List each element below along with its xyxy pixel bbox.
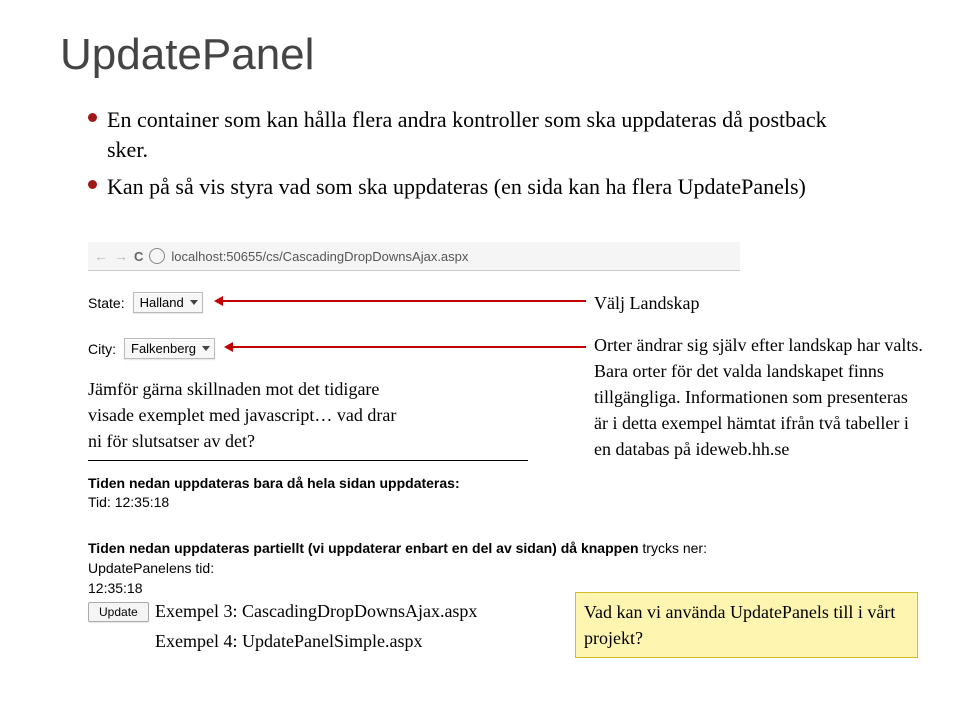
arrow-red-1: [222, 300, 586, 302]
browser-toolbar: ← → C localhost:50655/cs/CascadingDropDo…: [88, 242, 740, 271]
back-icon[interactable]: ←: [94, 248, 108, 264]
bullet-dot: [88, 113, 97, 122]
bullet-dot: [88, 180, 97, 189]
globe-icon: [149, 248, 165, 264]
bullet-1-row: En container som kan hålla flera andra k…: [88, 105, 848, 164]
city-row: City: Falkenberg: [88, 338, 215, 359]
updatepanelens-tid-label: UpdatePanelens tid:: [88, 560, 214, 576]
state-value: Halland: [140, 295, 184, 310]
tid-label: Tid: 12:35:18: [88, 494, 169, 510]
bullet-2-text: Kan på så vis styra vad som ska uppdater…: [107, 172, 806, 202]
arrow-red-2: [232, 346, 586, 348]
divider: [88, 460, 528, 461]
update-button[interactable]: Update: [88, 602, 149, 622]
url-text: localhost:50655/cs/CascadingDropDownsAja…: [171, 249, 468, 264]
tiden-line-2a: Tiden nedan uppdateras partiellt (vi upp…: [88, 540, 639, 556]
exempel-4: Exempel 4: UpdatePanelSimple.aspx: [155, 628, 422, 654]
bullet-2-row: Kan på så vis styra vad som ska uppdater…: [88, 172, 848, 202]
state-label: State:: [88, 295, 125, 311]
forward-icon[interactable]: →: [114, 248, 128, 264]
left-compare-note: Jämför gärna skillnaden mot det tidigare…: [88, 376, 408, 454]
city-label: City:: [88, 341, 116, 357]
chevron-down-icon: [202, 346, 210, 351]
tiden-line-2: Tiden nedan uppdateras partiellt (vi upp…: [88, 540, 707, 556]
highlight-box: Vad kan vi använda UpdatePanels till i v…: [575, 592, 918, 658]
state-select[interactable]: Halland: [133, 292, 203, 313]
page-title: UpdatePanel: [60, 30, 314, 80]
reload-icon[interactable]: C: [134, 249, 143, 264]
exempel-3: Exempel 3: CascadingDropDownsAjax.aspx: [155, 598, 477, 624]
right-heading: Välj Landskap: [594, 290, 699, 316]
right-paragraph: Orter ändrar sig själv efter landskap ha…: [594, 332, 924, 462]
time-2: 12:35:18: [88, 580, 143, 596]
tiden-line-1: Tiden nedan uppdateras bara då hela sida…: [88, 475, 460, 491]
bullet-1-text: En container som kan hålla flera andra k…: [107, 105, 848, 164]
city-select[interactable]: Falkenberg: [124, 338, 215, 359]
chevron-down-icon: [190, 300, 198, 305]
state-row: State: Halland: [88, 292, 203, 313]
tiden-line-2b: trycks ner:: [639, 540, 707, 556]
highlight-text: Vad kan vi använda UpdatePanels till i v…: [584, 599, 909, 651]
city-value: Falkenberg: [131, 341, 196, 356]
